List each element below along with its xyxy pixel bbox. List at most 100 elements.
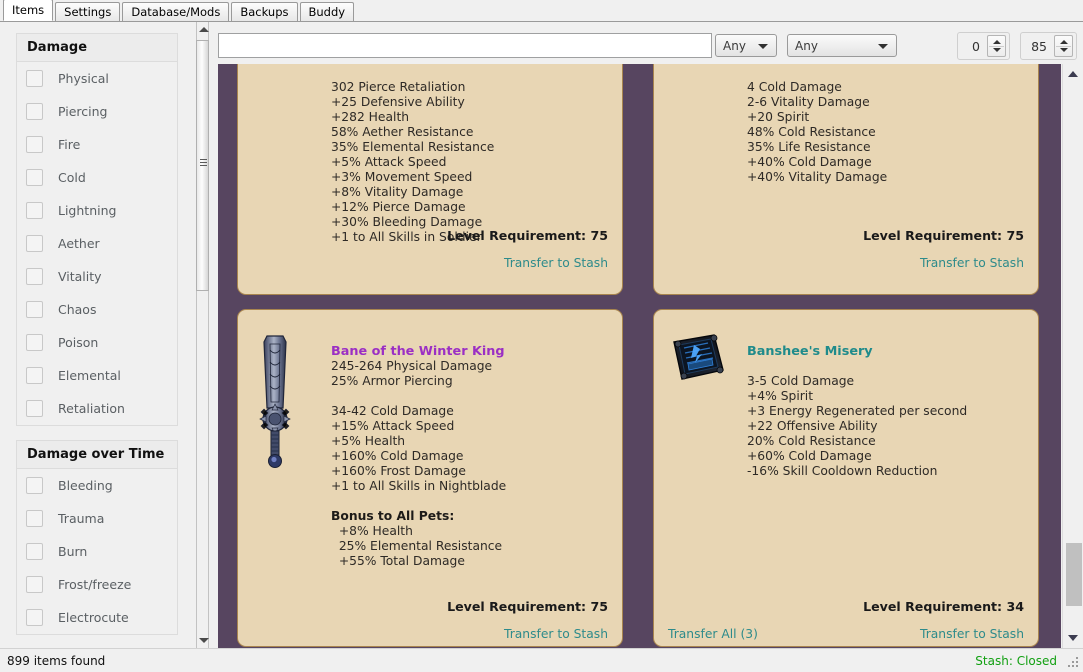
stat-spacer (331, 389, 506, 404)
filter-checkbox-row-piercing[interactable]: Piercing (17, 95, 177, 128)
filter-checkbox-row-fire[interactable]: Fire (17, 128, 177, 161)
filter-checkbox-label: Physical (58, 71, 109, 86)
item-stat-line: +3 Energy Regenerated per second (747, 404, 968, 418)
min-level-spinner[interactable]: 0 (957, 32, 1010, 60)
stepper-up-icon[interactable] (993, 40, 1001, 44)
items-found-label: 899 items found (7, 654, 106, 668)
filter-sidebar: Damage Physical Piercing Fire Cold Lightning A… (0, 22, 190, 648)
level-requirement-label: Level Requirement: 75 (863, 228, 1024, 243)
item-stats: 302 Pierce Retaliation +25 Defensive Abil… (331, 80, 494, 245)
scroll-down-arrow-icon[interactable] (1068, 635, 1078, 641)
item-card[interactable]: Banshee's Misery 3-5 Cold Damage +4% Spiri… (653, 309, 1039, 647)
item-card[interactable]: 4 Cold Damage 2-6 Vitality Damage +20 Spir… (653, 64, 1039, 295)
filter-checkbox-row-burn[interactable]: Burn (17, 535, 177, 568)
item-stat-line: +160% Cold Damage (331, 449, 464, 463)
checkbox-icon[interactable] (26, 235, 43, 252)
checkbox-icon[interactable] (26, 510, 43, 527)
tab-buddy[interactable]: Buddy (299, 2, 355, 21)
checkbox-icon[interactable] (26, 103, 43, 120)
tab-database-mods[interactable]: Database/Mods (122, 2, 230, 21)
item-stat-line: +12% Pierce Damage (331, 200, 466, 214)
sidebar-splitter[interactable] (190, 22, 212, 648)
item-stat-line: 25% Armor Piercing (331, 374, 453, 388)
filter-checkbox-label: Aether (58, 236, 100, 251)
item-stat-line: 3-5 Cold Damage (747, 374, 855, 388)
checkbox-icon[interactable] (26, 477, 43, 494)
checkbox-icon[interactable] (26, 202, 43, 219)
item-cards-viewport: 302 Pierce Retaliation +25 Defensive Abil… (218, 64, 1061, 648)
stepper-up-icon[interactable] (1060, 40, 1068, 44)
tab-settings[interactable]: Settings (55, 2, 121, 21)
item-stat-line: +8% Health (331, 524, 413, 538)
checkbox-icon[interactable] (26, 576, 43, 593)
filter-checkbox-row-cold[interactable]: Cold (17, 161, 177, 194)
transfer-all-link[interactable]: Transfer All (3) (668, 627, 758, 641)
item-stat-line: +40% Vitality Damage (747, 170, 888, 184)
checkbox-icon[interactable] (26, 169, 43, 186)
resize-grip-icon[interactable] (1068, 657, 1080, 669)
filter-checkbox-row-lightning[interactable]: Lightning (17, 194, 177, 227)
item-card[interactable]: 302 Pierce Retaliation +25 Defensive Abil… (237, 64, 623, 295)
filter-checkbox-row-electrocute[interactable]: Electrocute (17, 601, 177, 634)
filter-checkbox-row-poison[interactable]: Poison (17, 326, 177, 359)
tab-backups[interactable]: Backups (231, 2, 298, 21)
filter-checkbox-row-vitality[interactable]: Vitality (17, 260, 177, 293)
combo-quality-value: Any (723, 38, 746, 53)
transfer-to-stash-link[interactable]: Transfer to Stash (504, 627, 608, 641)
filter-checkbox-row-trauma[interactable]: Trauma (17, 502, 177, 535)
transfer-to-stash-link[interactable]: Transfer to Stash (504, 256, 608, 270)
stepper-down-icon[interactable] (1060, 48, 1068, 52)
filter-checkbox-row-bleeding[interactable]: Bleeding (17, 469, 177, 502)
level-requirement-label: Level Requirement: 75 (447, 599, 608, 614)
tab-items[interactable]: Items (3, 0, 54, 21)
filter-group-title: Damage (17, 34, 177, 62)
checkbox-icon[interactable] (26, 70, 43, 87)
stat-spacer (331, 494, 506, 509)
checkbox-icon[interactable] (26, 301, 43, 318)
filter-combo-quality[interactable]: Any (715, 34, 777, 57)
min-level-value: 0 (972, 38, 980, 54)
checkbox-icon[interactable] (26, 334, 43, 351)
item-stat-line: +22 Offensive Ability (747, 419, 878, 433)
item-stat-line: +15% Attack Speed (331, 419, 455, 433)
item-card[interactable]: Bane of the Winter King 245-264 Physical … (237, 309, 623, 647)
filter-checkbox-row-chaos[interactable]: Chaos (17, 293, 177, 326)
item-stat-line: +40% Cold Damage (747, 155, 872, 169)
filter-combo-type[interactable]: Any (787, 34, 897, 57)
filter-checkbox-row-retaliation[interactable]: Retaliation (17, 392, 177, 425)
filter-checkbox-row-frost-freeze[interactable]: Frost/freeze (17, 568, 177, 601)
checkbox-icon[interactable] (26, 400, 43, 417)
checkbox-icon[interactable] (26, 367, 43, 384)
checkbox-icon[interactable] (26, 268, 43, 285)
splitter-down-arrow-icon[interactable] (199, 638, 209, 643)
item-stat-line: 245-264 Physical Damage (331, 359, 493, 373)
max-level-spinner[interactable]: 85 (1020, 32, 1077, 60)
transfer-to-stash-link[interactable]: Transfer to Stash (920, 627, 1024, 641)
transfer-to-stash-link[interactable]: Transfer to Stash (920, 256, 1024, 270)
splitter-thumb[interactable] (196, 40, 209, 291)
min-level-stepper[interactable] (987, 35, 1006, 57)
filter-checkbox-label: Retaliation (58, 401, 125, 416)
checkbox-icon[interactable] (26, 543, 43, 560)
checkbox-icon[interactable] (26, 609, 43, 626)
filter-checkbox-row-aether[interactable]: Aether (17, 227, 177, 260)
checkbox-icon[interactable] (26, 136, 43, 153)
item-stat-line: 34-42 Cold Damage (331, 404, 454, 418)
scroll-up-arrow-icon[interactable] (1068, 71, 1078, 77)
item-name: Banshee's Misery (747, 344, 873, 359)
filter-checkbox-label: Frost/freeze (58, 577, 132, 592)
splitter-grip-icon (200, 159, 207, 168)
stepper-down-icon[interactable] (993, 48, 1001, 52)
item-stat-line: 25% Elemental Resistance (331, 539, 503, 553)
splitter-up-arrow-icon[interactable] (199, 27, 209, 32)
scrollbar-thumb[interactable] (1066, 543, 1082, 606)
results-vertical-scrollbar[interactable] (1062, 64, 1083, 648)
max-level-stepper[interactable] (1054, 35, 1073, 57)
item-stat-line: 35% Life Resistance (747, 140, 871, 154)
filter-group-title: Damage over Time (17, 441, 177, 469)
item-stat-line: +4% Spirit (747, 389, 814, 403)
filter-checkbox-row-elemental[interactable]: Elemental (17, 359, 177, 392)
item-stat-line: +55% Total Damage (331, 554, 465, 568)
filter-checkbox-row-physical[interactable]: Physical (17, 62, 177, 95)
search-input[interactable] (218, 33, 712, 58)
